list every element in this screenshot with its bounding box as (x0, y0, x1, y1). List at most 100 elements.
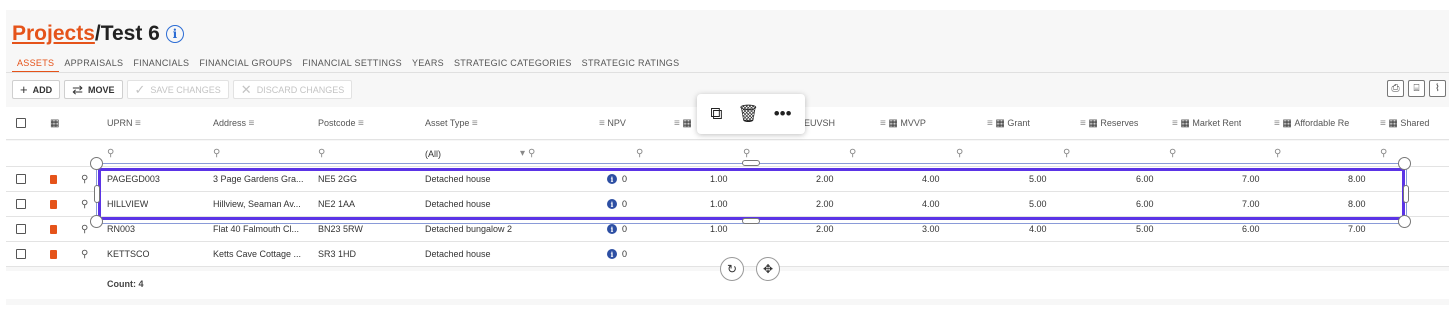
cell-uprn[interactable]: HILLVIEW (107, 192, 148, 216)
tab-financial-settings[interactable]: FINANCIAL SETTINGS (297, 55, 407, 73)
table-row[interactable]: ⚲ HILLVIEW Hillview, Seaman Av... NE2 1A… (6, 192, 1449, 217)
header-reserves[interactable]: ≡ ▦ Reserves (1080, 107, 1138, 139)
cell-grant[interactable]: 5.00 (1029, 167, 1047, 191)
more-icon[interactable]: ••• (774, 104, 792, 124)
table-row[interactable]: ⚲ PAGEGD003 3 Page Gardens Gra... NE5 2G… (6, 167, 1449, 192)
move-icon[interactable]: ✥ (756, 257, 780, 281)
select-all-checkbox[interactable] (16, 118, 26, 128)
cell-address[interactable]: Ketts Cave Cottage ... (213, 242, 308, 266)
add-button[interactable]: + ADD (12, 80, 61, 99)
resize-handle-bottom[interactable] (742, 218, 760, 224)
header-postcode[interactable]: Postcode ≡ (318, 107, 364, 139)
cell-postcode[interactable]: BN23 5RW (318, 217, 363, 241)
cell-reserves[interactable]: 6.00 (1136, 167, 1154, 191)
cell-postcode[interactable]: SR3 1HD (318, 242, 356, 266)
cell-npv[interactable]: i0 (607, 242, 627, 266)
row-checkbox[interactable] (16, 224, 26, 234)
cell-col1[interactable]: 1.00 (710, 167, 728, 191)
cell-asset-type[interactable]: Detached house (425, 242, 491, 266)
rotate-icon[interactable]: ↻ (720, 257, 744, 281)
resize-handle-bottom-left[interactable] (90, 215, 103, 228)
cell-uprn[interactable]: RN003 (107, 217, 135, 241)
delete-icon[interactable] (50, 249, 57, 259)
resize-handle-right[interactable] (1403, 185, 1409, 203)
cell-affordable[interactable]: 7.00 (1348, 217, 1366, 241)
export-icon[interactable]: ⌸ (1408, 80, 1425, 97)
filter-market-rent[interactable]: ⚲ (1274, 141, 1281, 166)
cell-euvsh[interactable]: 2.00 (816, 192, 834, 216)
cell-affordable[interactable]: 8.00 (1348, 192, 1366, 216)
table-row[interactable]: ⚲ RN003 Flat 40 Falmouth Cl... BN23 5RW … (6, 217, 1449, 242)
tab-strategic-ratings[interactable]: STRATEGIC RATINGS (577, 55, 685, 73)
resize-handle-top[interactable] (742, 160, 760, 166)
tab-strategic-categories[interactable]: STRATEGIC CATEGORIES (449, 55, 577, 73)
search-icon[interactable]: ⚲ (81, 199, 88, 210)
info-icon[interactable]: i (607, 199, 617, 209)
cell-asset-type[interactable]: Detached bungalow 2 (425, 217, 512, 241)
filter-asset-type-select[interactable]: (All) ▾ (425, 141, 525, 166)
breadcrumb-projects-link[interactable]: Projects (12, 22, 95, 46)
row-checkbox[interactable] (16, 249, 26, 259)
cell-euvsh[interactable]: 2.00 (816, 167, 834, 191)
cell-npv[interactable]: i0 (607, 192, 627, 216)
filter-postcode[interactable]: ⚲ (318, 141, 325, 166)
header-grant[interactable]: ≡ ▦ Grant (987, 107, 1030, 139)
header-uprn[interactable]: UPRN ≡ (107, 107, 141, 139)
cell-npv[interactable]: i0 (607, 217, 627, 241)
cell-mvvp[interactable]: 3.00 (922, 217, 940, 241)
cell-market-rent[interactable]: 6.00 (1242, 217, 1260, 241)
filter-affordable[interactable]: ⚲ (1380, 141, 1387, 166)
trash-icon[interactable]: 🗑 (737, 104, 759, 124)
row-checkbox[interactable] (16, 199, 26, 209)
cell-col1[interactable]: 1.00 (710, 192, 728, 216)
cell-grant[interactable]: 5.00 (1029, 192, 1047, 216)
delete-icon[interactable] (50, 174, 57, 184)
info-icon[interactable]: i (607, 174, 617, 184)
cell-grant[interactable]: 4.00 (1029, 217, 1047, 241)
cell-address[interactable]: Flat 40 Falmouth Cl... (213, 217, 308, 241)
header-npv[interactable]: ≡ NPV (599, 107, 626, 139)
resize-handle-bottom-right[interactable] (1398, 215, 1411, 228)
cell-postcode[interactable]: NE5 2GG (318, 167, 357, 191)
filter-euvsh[interactable]: ⚲ (849, 141, 856, 166)
tab-assets[interactable]: ASSETS (12, 55, 60, 73)
cell-mvvp[interactable]: 4.00 (922, 192, 940, 216)
tab-years[interactable]: YEARS (407, 55, 449, 73)
info-icon[interactable]: i (165, 25, 184, 43)
cell-euvsh[interactable]: 2.00 (816, 217, 834, 241)
filter-reserves[interactable]: ⚲ (1169, 141, 1176, 166)
info-icon[interactable]: i (607, 224, 617, 234)
filter-uprn[interactable]: ⚲ (107, 141, 114, 166)
filter-address[interactable]: ⚲ (213, 141, 220, 166)
column-chooser-icon[interactable]: ▦ (50, 107, 59, 139)
tab-appraisals[interactable]: APPRAISALS (59, 55, 128, 73)
duplicate-icon[interactable]: ⧉ (710, 104, 722, 124)
header-mvvp[interactable]: ≡ ▦ MVVP (880, 107, 926, 139)
move-button[interactable]: ⇄ MOVE (64, 80, 123, 99)
tab-financial-groups[interactable]: FINANCIAL GROUPS (194, 55, 297, 73)
discard-changes-button[interactable]: ✕ DISCARD CHANGES (232, 80, 353, 99)
header-shared[interactable]: ≡ ▦ Shared (1380, 107, 1429, 139)
header-address[interactable]: Address ≡ (213, 107, 254, 139)
cell-reserves[interactable]: 6.00 (1136, 192, 1154, 216)
header-col1[interactable]: ≡ ▦ (674, 107, 692, 139)
resize-handle-left[interactable] (94, 185, 100, 203)
cell-mvvp[interactable]: 4.00 (922, 167, 940, 191)
cell-address[interactable]: 3 Page Gardens Gra... (213, 167, 308, 191)
resize-handle-top-left[interactable] (90, 157, 103, 170)
filter-grant[interactable]: ⚲ (1063, 141, 1070, 166)
info-icon[interactable]: i (607, 249, 617, 259)
cell-affordable[interactable]: 8.00 (1348, 167, 1366, 191)
search-icon[interactable]: ⚲ (81, 224, 88, 235)
search-icon[interactable]: ⚲ (81, 174, 88, 185)
filter-mvvp[interactable]: ⚲ (956, 141, 963, 166)
cell-postcode[interactable]: NE2 1AA (318, 192, 355, 216)
delete-icon[interactable] (50, 199, 57, 209)
cell-asset-type[interactable]: Detached house (425, 192, 491, 216)
header-affordable[interactable]: ≡ ▦ Affordable Re (1274, 107, 1349, 139)
tab-financials[interactable]: FINANCIALS (128, 55, 194, 73)
resize-handle-top-right[interactable] (1398, 157, 1411, 170)
delete-icon[interactable] (50, 224, 57, 234)
cell-reserves[interactable]: 5.00 (1136, 217, 1154, 241)
cell-npv[interactable]: i0 (607, 167, 627, 191)
